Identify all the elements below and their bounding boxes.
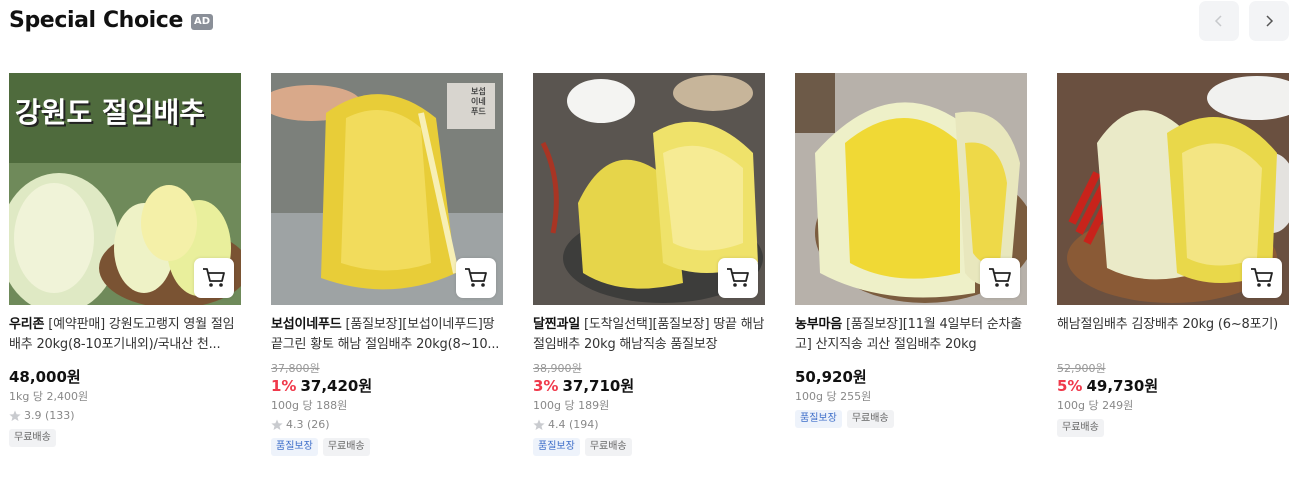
add-to-cart-button[interactable] bbox=[456, 258, 496, 298]
image-overlay-text: 보섭 이네 푸드 bbox=[471, 87, 486, 116]
sale-price: 49,730원 bbox=[1086, 377, 1159, 395]
product-brand: 달찐과일 bbox=[533, 317, 581, 332]
sale-price: 48,000원 bbox=[9, 368, 81, 386]
product-card[interactable]: 해남절임배추 김장배추 20kg (6~8포기) 52,900원 5% 49,73… bbox=[1057, 73, 1289, 437]
price-row: 5% 49,730원 bbox=[1057, 376, 1289, 396]
image-overlay-text: 강원도 절임배추 bbox=[15, 96, 206, 129]
add-to-cart-button[interactable] bbox=[194, 258, 234, 298]
product-title: 해남절임배추 김장배추 20kg (6~8포기) bbox=[1057, 317, 1279, 332]
quality-guarantee-tag: 품질보장 bbox=[271, 438, 318, 456]
free-shipping-tag: 무료배송 bbox=[846, 410, 894, 428]
section-header: Special Choice AD bbox=[9, 8, 214, 33]
product-card[interactable]: 강원도 절임배추 우리존 [예약판매] 강원도고랭지 영월 절임배추 20kg(… bbox=[9, 73, 241, 447]
cart-icon bbox=[465, 268, 487, 287]
unit-price: 100g 당 249원 bbox=[1057, 399, 1134, 412]
cart-icon bbox=[727, 268, 749, 287]
product-brand: 보섭이네푸드 bbox=[271, 317, 342, 332]
product-image[interactable] bbox=[1057, 73, 1289, 305]
product-image[interactable]: 보섭 이네 푸드 bbox=[271, 73, 503, 305]
carousel-prev-button[interactable] bbox=[1199, 1, 1239, 41]
product-card[interactable]: 농부마음 [품질보장][11월 4일부터 순차출고] 산지직송 괴산 절임배추 … bbox=[795, 73, 1027, 428]
star-icon bbox=[533, 419, 545, 430]
tag-list: 품질보장 무료배송 bbox=[795, 410, 1027, 428]
unit-price: 100g 당 189원 bbox=[533, 399, 610, 412]
product-name[interactable]: 우리존 [예약판매] 강원도고랭지 영월 절임배추 20kg(8-10포기내외)… bbox=[9, 315, 241, 355]
tag-list: 무료배송 bbox=[9, 429, 241, 447]
discount-rate: 1% bbox=[271, 377, 297, 395]
add-to-cart-button[interactable] bbox=[718, 258, 758, 298]
ad-badge: AD bbox=[190, 13, 214, 30]
sale-price: 37,420원 bbox=[300, 377, 373, 395]
rating: 3.9 (133) bbox=[9, 409, 241, 423]
price-row: 1% 37,420원 bbox=[271, 376, 503, 396]
sale-price: 50,920원 bbox=[795, 368, 867, 386]
original-price: 38,900원 bbox=[533, 362, 582, 375]
review-count: (26) bbox=[307, 418, 330, 431]
product-card[interactable]: 달찐과일 [도착일선택][품질보장] 땅끝 해남 절임배추 20kg 해남직송 … bbox=[533, 73, 765, 456]
tag-list: 품질보장 무료배송 bbox=[271, 438, 503, 456]
quality-guarantee-tag: 품질보장 bbox=[795, 410, 842, 428]
star-icon bbox=[271, 419, 283, 430]
price-row: 50,920원 bbox=[795, 367, 1027, 387]
chevron-right-icon bbox=[1266, 15, 1274, 27]
product-card[interactable]: 보섭 이네 푸드 보섭이네푸드 [품질보장][보섭이네푸드]땅끝그린 황토 해남… bbox=[271, 73, 503, 456]
rating-score: 3.9 bbox=[24, 409, 42, 422]
discount-rate: 5% bbox=[1057, 377, 1083, 395]
sale-price: 37,710원 bbox=[562, 377, 635, 395]
rating-score: 4.3 bbox=[286, 418, 304, 431]
rating-score: 4.4 bbox=[548, 418, 566, 431]
section-title: Special Choice bbox=[9, 8, 183, 33]
carousel-next-button[interactable] bbox=[1249, 1, 1289, 41]
product-name[interactable]: 해남절임배추 김장배추 20kg (6~8포기) bbox=[1057, 315, 1289, 355]
price-row: 3% 37,710원 bbox=[533, 376, 765, 396]
original-price: 37,800원 bbox=[271, 362, 320, 375]
cart-icon bbox=[203, 268, 225, 287]
product-name[interactable]: 농부마음 [품질보장][11월 4일부터 순차출고] 산지직송 괴산 절임배추 … bbox=[795, 315, 1027, 355]
free-shipping-tag: 무료배송 bbox=[1057, 419, 1104, 437]
product-brand: 농부마음 bbox=[795, 317, 843, 332]
tag-list: 무료배송 bbox=[1057, 419, 1289, 437]
unit-price: 100g 당 255원 bbox=[795, 390, 872, 403]
free-shipping-tag: 무료배송 bbox=[584, 438, 632, 456]
cart-icon bbox=[989, 268, 1011, 287]
unit-price: 100g 당 188원 bbox=[271, 399, 348, 412]
price-row: 48,000원 bbox=[9, 367, 241, 387]
rating: 4.4 (194) bbox=[533, 418, 765, 432]
product-name[interactable]: 달찐과일 [도착일선택][품질보장] 땅끝 해남 절임배추 20kg 해남직송 … bbox=[533, 315, 765, 355]
product-image[interactable] bbox=[795, 73, 1027, 305]
free-shipping-tag: 무료배송 bbox=[9, 429, 56, 447]
review-count: (133) bbox=[45, 409, 75, 422]
rating: 4.3 (26) bbox=[271, 418, 503, 432]
discount-rate: 3% bbox=[533, 377, 559, 395]
product-image[interactable] bbox=[533, 73, 765, 305]
add-to-cart-button[interactable] bbox=[980, 258, 1020, 298]
star-icon bbox=[9, 410, 21, 421]
product-brand: 우리존 bbox=[9, 317, 45, 332]
chevron-left-icon bbox=[1214, 15, 1222, 27]
add-to-cart-button[interactable] bbox=[1242, 258, 1282, 298]
product-name[interactable]: 보섭이네푸드 [품질보장][보섭이네푸드]땅끝그린 황토 해남 절임배추 20k… bbox=[271, 315, 503, 355]
original-price: 52,900원 bbox=[1057, 362, 1106, 375]
cart-icon bbox=[1251, 268, 1273, 287]
tag-list: 품질보장 무료배송 bbox=[533, 438, 765, 456]
product-image[interactable]: 강원도 절임배추 bbox=[9, 73, 241, 305]
quality-guarantee-tag: 품질보장 bbox=[533, 438, 580, 456]
review-count: (194) bbox=[569, 418, 599, 431]
free-shipping-tag: 무료배송 bbox=[322, 438, 370, 456]
unit-price: 1kg 당 2,400원 bbox=[9, 390, 89, 403]
